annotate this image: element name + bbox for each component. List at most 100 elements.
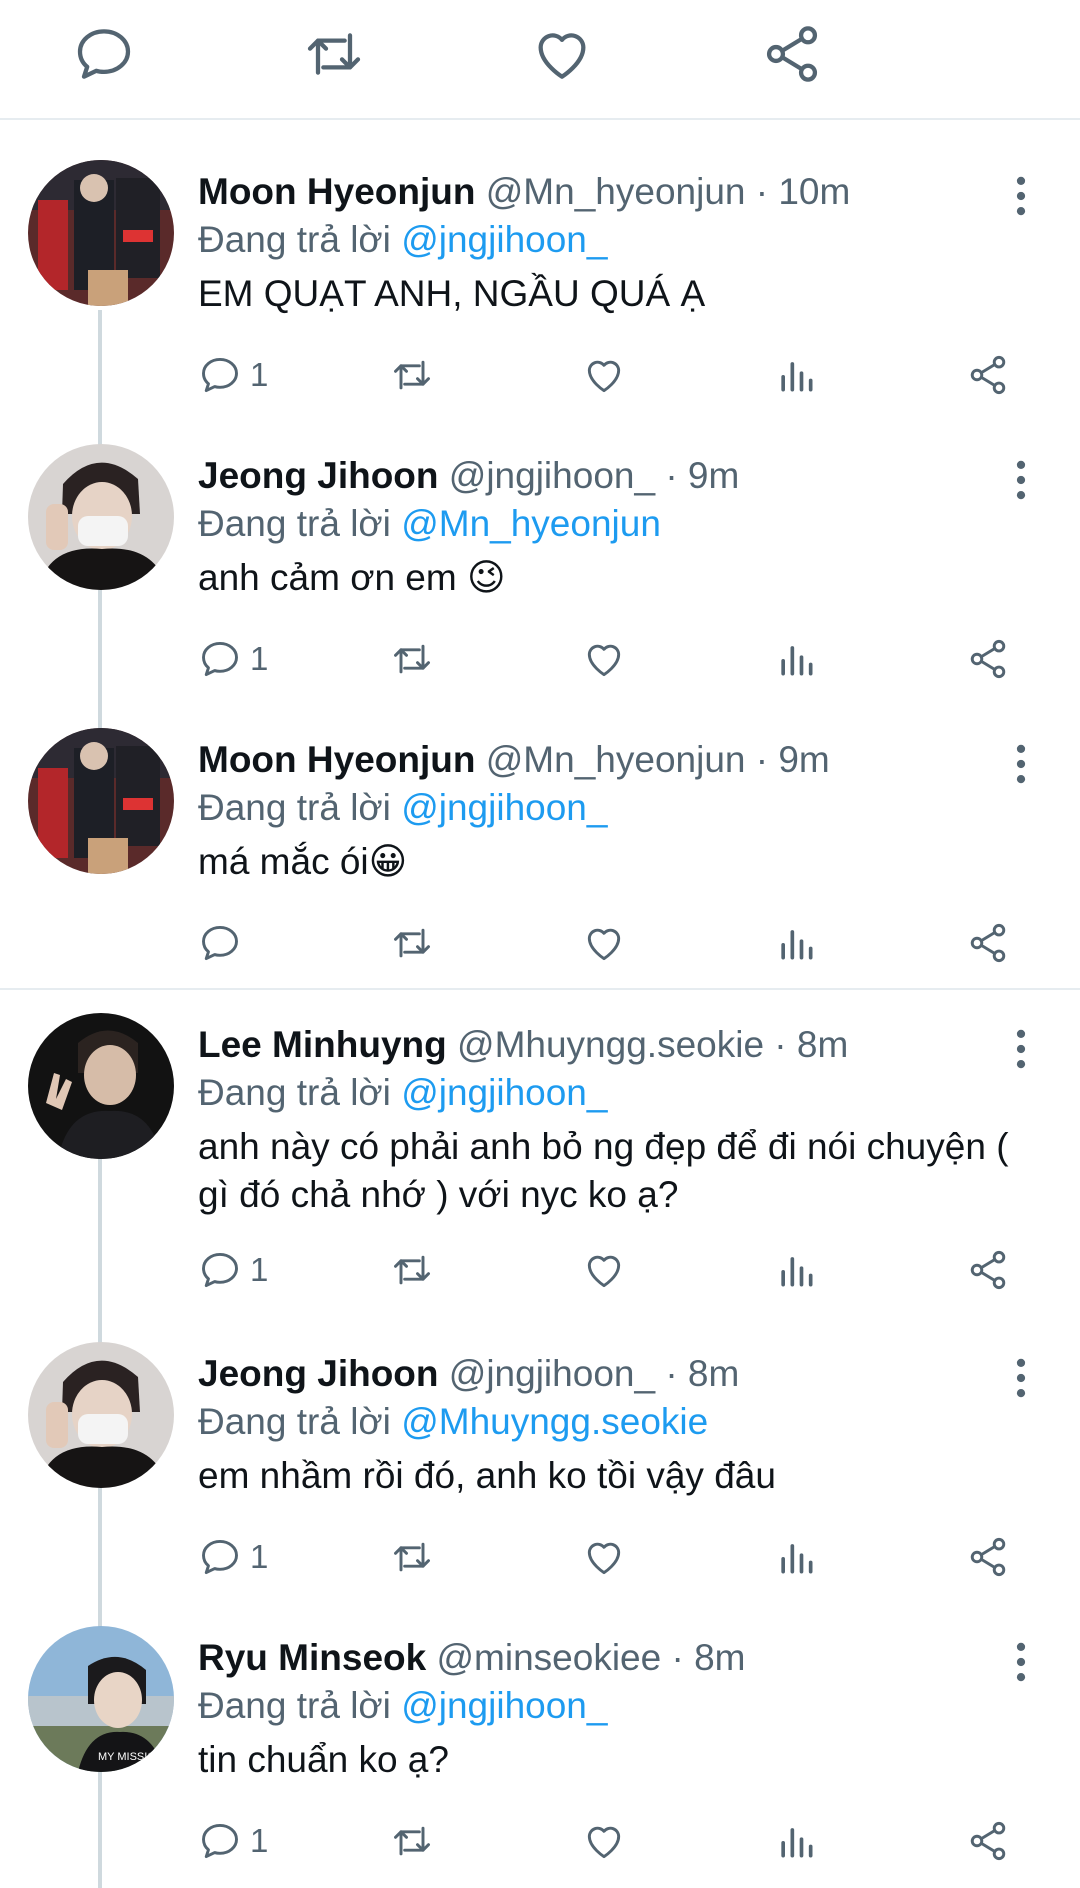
display-name[interactable]: Jeong Jihoon (198, 1353, 439, 1394)
handle-time: @minseokiee · 8m (436, 1637, 746, 1678)
replying-to-label: Đang trả lời (198, 219, 391, 260)
display-name[interactable]: Ryu Minseok (198, 1637, 426, 1678)
retweet-button[interactable] (390, 913, 434, 973)
avatar[interactable] (28, 1342, 174, 1488)
more-options-icon[interactable] (1004, 458, 1038, 502)
retweet-button[interactable] (390, 1240, 434, 1300)
reply-button[interactable]: 1 (198, 345, 268, 405)
mention-link[interactable]: @jngjihoon_ (401, 787, 607, 828)
analytics-icon (781, 646, 813, 676)
display-name[interactable]: Moon Hyeonjun (198, 739, 475, 780)
more-options-icon[interactable] (1004, 1356, 1038, 1400)
share-button[interactable] (966, 913, 1010, 973)
tweet-header: Jeong Jihoon @jngjihoon_ · 8m (198, 1352, 739, 1396)
reply-count: 1 (250, 1538, 269, 1575)
retweet-icon[interactable] (302, 22, 366, 86)
like-button[interactable] (582, 1811, 626, 1871)
retweet-button[interactable] (390, 1527, 434, 1587)
more-options-icon[interactable] (1004, 742, 1038, 786)
reply-button[interactable] (198, 913, 250, 973)
share-icon (970, 1821, 1006, 1861)
like-icon (587, 1255, 621, 1288)
share-button[interactable] (966, 1527, 1010, 1587)
like-button[interactable] (582, 1240, 626, 1300)
like-icon (587, 1826, 621, 1859)
reply-button[interactable]: 1 (198, 629, 268, 689)
mention-link[interactable]: @Mn_hyeonjun (401, 503, 661, 544)
share-icon (970, 1250, 1006, 1290)
share-icon[interactable] (760, 22, 824, 86)
replying-to: Đang trả lời @jngjihoon_ (198, 1071, 607, 1115)
retweet-button[interactable] (390, 629, 434, 689)
reply-icon (202, 357, 238, 393)
reply-button[interactable]: 1 (198, 1240, 268, 1300)
analytics-icon (781, 930, 813, 960)
display-name[interactable]: Lee Minhuyng (198, 1024, 447, 1065)
analytics-button[interactable] (774, 913, 818, 973)
avatar[interactable] (28, 160, 174, 306)
tweet-header: Moon Hyeonjun @Mn_hyeonjun · 10m (198, 170, 850, 214)
svg-text:MY MISSIO: MY MISSIO (98, 1751, 156, 1763)
mention-link[interactable]: @jngjihoon_ (401, 219, 607, 260)
replying-to: Đang trả lời @jngjihoon_ (198, 218, 607, 262)
reply-button[interactable]: 1 (198, 1811, 268, 1871)
like-icon (587, 928, 621, 961)
replying-to: Đang trả lời @jngjihoon_ (198, 786, 607, 830)
handle-time: @jngjihoon_ · 8m (448, 1353, 740, 1394)
tweet-actions: 1 (0, 1240, 1080, 1300)
like-button[interactable] (582, 345, 626, 405)
like-icon[interactable] (530, 22, 594, 86)
retweet-icon (394, 928, 430, 958)
tweet-header: Ryu Minseok @minseokiee · 8m (198, 1636, 746, 1680)
retweet-button[interactable] (390, 1811, 434, 1871)
tweet-actions (0, 913, 1080, 973)
more-options-icon[interactable] (1004, 1027, 1038, 1071)
reply-icon[interactable] (72, 22, 136, 86)
display-name[interactable]: Moon Hyeonjun (198, 171, 475, 212)
tweet-text: em nhầm rồi đó, anh ko tồi vậy đâu (198, 1455, 776, 1496)
mention-link[interactable]: @jngjihoon_ (401, 1072, 607, 1113)
like-button[interactable] (582, 1527, 626, 1587)
share-button[interactable] (966, 1811, 1010, 1871)
mention-link[interactable]: @Mhuyngg.seokie (401, 1401, 708, 1442)
share-icon (970, 355, 1006, 395)
reply-button[interactable]: 1 (198, 1527, 268, 1587)
share-button[interactable] (966, 345, 1010, 405)
like-button[interactable] (582, 629, 626, 689)
reply-icon (202, 1823, 238, 1859)
analytics-icon (781, 1257, 813, 1287)
avatar[interactable] (28, 728, 174, 874)
share-button[interactable] (966, 1240, 1010, 1300)
analytics-icon (781, 1544, 813, 1574)
display-name[interactable]: Jeong Jihoon (198, 455, 439, 496)
avatar[interactable]: MY MISSIO (28, 1626, 174, 1772)
analytics-button[interactable] (774, 345, 818, 405)
analytics-button[interactable] (774, 629, 818, 689)
mention-link[interactable]: @jngjihoon_ (401, 1685, 607, 1726)
replying-to-label: Đang trả lời (198, 1401, 391, 1442)
tweet-actions: 1 (0, 345, 1080, 405)
tweet-header: Moon Hyeonjun @Mn_hyeonjun · 9m (198, 738, 830, 782)
analytics-button[interactable] (774, 1811, 818, 1871)
handle-time: @Mhuyngg.seokie · 8m (457, 1024, 849, 1065)
replying-to: Đang trả lời @jngjihoon_ (198, 1684, 607, 1728)
analytics-button[interactable] (774, 1527, 818, 1587)
like-icon (587, 644, 621, 677)
tweet-text: tin chuẩn ko ạ? (198, 1739, 449, 1780)
more-options-icon[interactable] (1004, 1640, 1038, 1684)
tweet-header: Lee Minhuyng @Mhuyngg.seokie · 8m (198, 1023, 848, 1067)
more-options-icon[interactable] (1004, 174, 1038, 218)
tweet-actions: 1 (0, 629, 1080, 689)
share-icon (970, 1537, 1006, 1577)
analytics-button[interactable] (774, 1240, 818, 1300)
handle-time: @Mn_hyeonjun · 10m (485, 171, 851, 212)
avatar[interactable] (28, 444, 174, 590)
retweet-button[interactable] (390, 345, 434, 405)
top-action-bar (0, 0, 1080, 120)
reply-icon (202, 1539, 238, 1575)
share-button[interactable] (966, 629, 1010, 689)
avatar[interactable] (28, 1013, 174, 1159)
like-button[interactable] (582, 913, 626, 973)
replying-to: Đang trả lời @Mn_hyeonjun (198, 502, 661, 546)
reply-count: 1 (250, 1822, 269, 1859)
